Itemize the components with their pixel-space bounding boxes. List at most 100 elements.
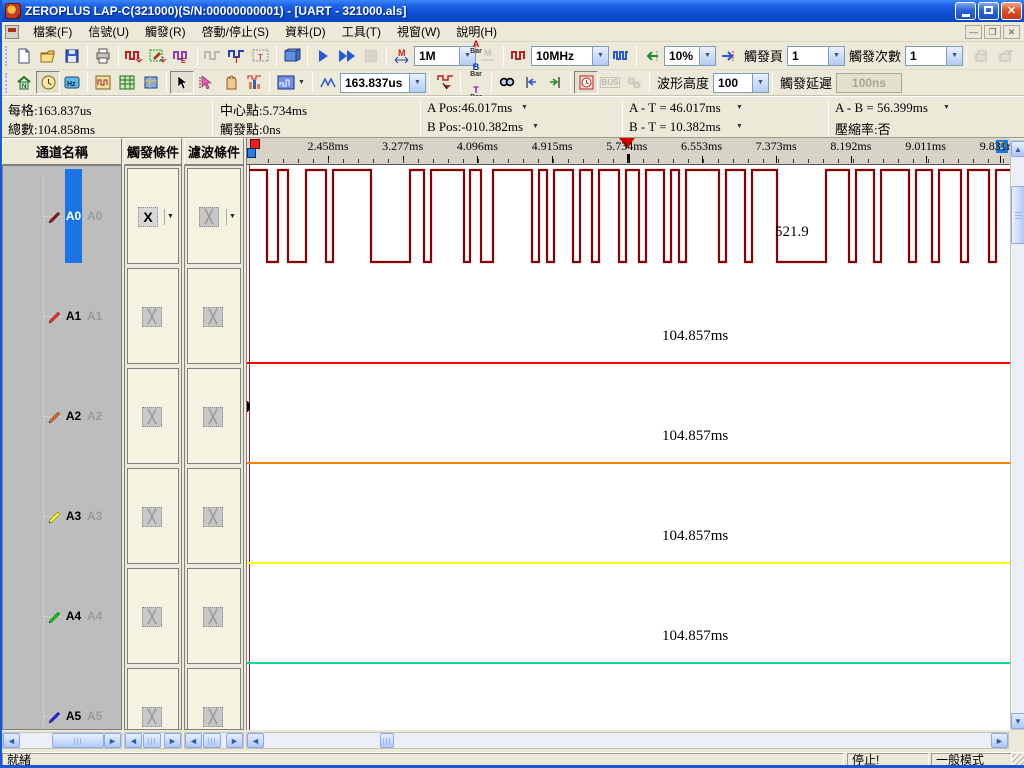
bus-analysis-button[interactable]: BUS: [598, 71, 622, 94]
select-tool-button[interactable]: [194, 71, 218, 94]
trigger-pane-hscroll[interactable]: ◄ ►: [124, 732, 182, 749]
condition-x-icon[interactable]: ╳: [203, 707, 223, 727]
home-button[interactable]: N: [12, 71, 36, 94]
navigator-button[interactable]: [139, 71, 163, 94]
hscroll-thumb[interactable]: [203, 733, 221, 748]
channel-label[interactable]: A1: [65, 309, 82, 323]
condition-x-icon[interactable]: ╳: [203, 607, 223, 627]
filter-cell[interactable]: ╳: [187, 268, 241, 364]
range-trigger-icon[interactable]: T: [249, 44, 273, 67]
wave-height-select[interactable]: 100▼: [713, 73, 769, 93]
sample-clock-red-icon[interactable]: [507, 44, 531, 67]
menu-item-2[interactable]: 觸發(R): [137, 23, 194, 41]
waveform-vertical-scrollbar[interactable]: ▲ ▼: [1010, 140, 1024, 730]
save-button[interactable]: [60, 44, 84, 67]
trigger-page-select[interactable]: 1▼: [787, 46, 845, 66]
scroll-right-icon[interactable]: ►: [104, 733, 121, 748]
pointer-tool-button[interactable]: [170, 71, 194, 94]
menu-item-4[interactable]: 資料(D): [277, 23, 334, 41]
bar-trigger-icon[interactable]: [201, 44, 225, 67]
prev-transition-icon[interactable]: [433, 71, 457, 94]
channel-pen-icon[interactable]: [47, 509, 63, 525]
run-button[interactable]: [311, 44, 335, 67]
channel-pane-hscroll[interactable]: ◄ ►: [2, 732, 122, 749]
memory-depth-icon[interactable]: M: [390, 44, 414, 67]
hscroll-thumb[interactable]: [380, 733, 394, 748]
waveform-hscroll[interactable]: ◄ ►: [246, 732, 1009, 749]
filter-cell[interactable]: ╳▼: [187, 168, 241, 264]
a-pos-dropdown[interactable]: ▼: [518, 101, 531, 114]
hand-tool-button[interactable]: [218, 71, 242, 94]
a-b-dropdown[interactable]: ▼: [940, 101, 953, 114]
channel-label[interactable]: A0: [65, 209, 82, 223]
chevron-down-icon[interactable]: ▼: [226, 209, 238, 225]
time-div-select[interactable]: 163.837us▼: [340, 73, 426, 93]
condition-x-icon[interactable]: ╳: [203, 307, 223, 327]
channel-label[interactable]: A3: [65, 509, 82, 523]
signal-edit-icon[interactable]: [146, 44, 170, 67]
sync-gears-icon[interactable]: [622, 71, 646, 94]
time-trigger-icon[interactable]: T: [225, 44, 249, 67]
refresh-clock-button[interactable]: [574, 71, 598, 94]
scroll-left-icon[interactable]: ◄: [3, 733, 20, 748]
vertical-scroll-thumb[interactable]: [1011, 186, 1024, 244]
scroll-right-icon[interactable]: ►: [164, 733, 181, 748]
channel-label[interactable]: A5: [65, 709, 82, 723]
trigger-cell[interactable]: X▼: [127, 168, 179, 264]
trigger-cell[interactable]: ╳: [127, 268, 179, 364]
b-bar-button[interactable]: BBar: [464, 60, 488, 83]
trigger-delay-field[interactable]: 100ns: [836, 73, 902, 93]
filter-cell[interactable]: ╳: [187, 368, 241, 464]
a-t-dropdown[interactable]: ▼: [733, 101, 746, 114]
scroll-left-icon[interactable]: ◄: [125, 733, 142, 748]
scroll-up-icon[interactable]: ▲: [1011, 141, 1024, 157]
compress-left-icon[interactable]: [640, 44, 664, 67]
condition-x-icon[interactable]: ╳: [203, 407, 223, 427]
minimize-button[interactable]: [955, 2, 976, 20]
b-t-dropdown[interactable]: ▼: [733, 120, 746, 133]
menu-item-1[interactable]: 信號(U): [80, 23, 137, 41]
repeat-run-button[interactable]: [335, 44, 359, 67]
clock-mode-button[interactable]: [36, 71, 60, 94]
channel-row[interactable]: A4A4: [3, 566, 122, 666]
pattern-display-button[interactable]: ▼: [273, 71, 309, 94]
chevron-down-icon[interactable]: ▼: [164, 209, 176, 225]
scroll-left-icon[interactable]: ◄: [185, 733, 202, 748]
trigger-position-select[interactable]: 10%▼: [664, 46, 716, 66]
position-flag-icon[interactable]: [247, 148, 256, 158]
b-pos-dropdown[interactable]: ▼: [529, 120, 542, 133]
stack-prev-icon[interactable]: [970, 44, 994, 67]
statistics-tool-button[interactable]: [242, 71, 266, 94]
stack-next-icon[interactable]: [994, 44, 1018, 67]
waveform-pane[interactable]: D 2.458ms3.277ms4.096ms4.915ms5.734ms6.5…: [246, 138, 1010, 730]
a-bar-button[interactable]: ABar: [464, 37, 488, 60]
channel-row[interactable]: A5A5: [3, 666, 122, 730]
zoom-wave-icon[interactable]: [316, 71, 340, 94]
menu-item-5[interactable]: 工具(T): [334, 23, 389, 41]
condition-x-icon[interactable]: ╳: [199, 207, 219, 227]
close-button[interactable]: ✕: [1001, 2, 1022, 20]
trigger-count-select[interactable]: 1▼: [905, 46, 963, 66]
channel-pen-icon[interactable]: [47, 409, 63, 425]
trigger-cell[interactable]: ╳: [127, 468, 179, 564]
channel-name-header[interactable]: 通道名稱: [2, 138, 122, 165]
new-file-button[interactable]: [12, 44, 36, 67]
find-button[interactable]: [495, 71, 519, 94]
filter-pane-hscroll[interactable]: ◄ ►: [184, 732, 244, 749]
trigger-cell[interactable]: ╳: [127, 368, 179, 464]
trigger-x-value[interactable]: X: [138, 207, 158, 227]
scroll-down-icon[interactable]: ▼: [1011, 713, 1024, 729]
goto-trigger-icon[interactable]: [716, 44, 740, 67]
print-button[interactable]: [91, 44, 115, 67]
sample-clock-blue-icon[interactable]: [609, 44, 633, 67]
filter-cell[interactable]: ╳: [187, 568, 241, 664]
channel-label[interactable]: A2: [65, 409, 82, 423]
trigger-cell[interactable]: ╳: [127, 668, 179, 730]
channel-row[interactable]: A1A1: [3, 266, 122, 366]
open-file-button[interactable]: [36, 44, 60, 67]
goto-b-bar-button[interactable]: [543, 71, 567, 94]
scroll-left-icon[interactable]: ◄: [247, 733, 264, 748]
trigger-condition-header[interactable]: 觸發條件: [124, 138, 182, 165]
condition-x-icon[interactable]: ╳: [142, 507, 162, 527]
mdi-restore-button[interactable]: ❐: [984, 25, 1001, 39]
